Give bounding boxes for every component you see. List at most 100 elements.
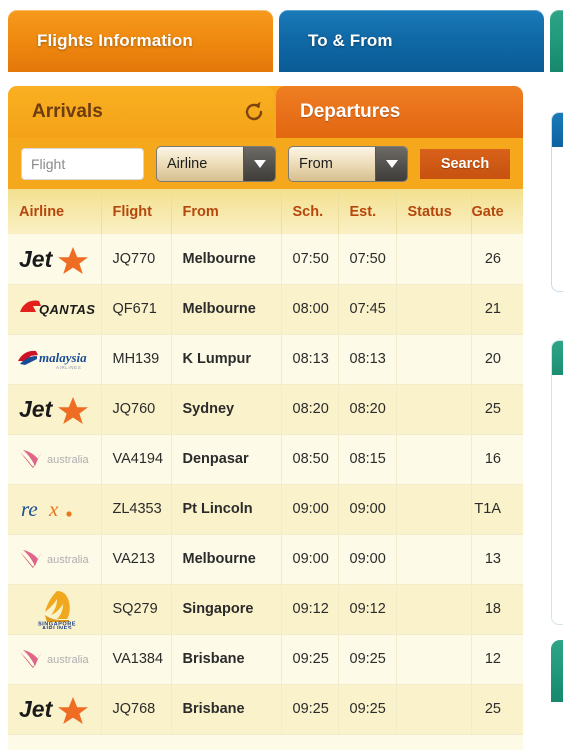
airline-logo-jetstar: Jet [8,234,102,285]
table-header-row: Airline Flight From Sch. Est. Status Gat… [8,189,523,234]
column-header-est: Est. [338,189,397,234]
side-panel-blue[interactable] [551,112,563,292]
cell-flight: QF671 [101,284,172,335]
cell-status [396,684,472,735]
cell-from: K Lumpur [171,334,282,385]
tab-to-and-from[interactable]: To & From [279,10,544,72]
svg-text:re: re [21,497,38,521]
cell-est: 08:15 [338,434,397,485]
cell-sch: 09:12 [281,584,339,635]
cell-from: Melbourne [171,534,282,585]
cell-est: 09:25 [338,684,397,735]
svg-text:AIRLINES: AIRLINES [56,365,81,370]
table-row[interactable]: Jet JQ760 Sydney 08:20 08:20 25 [8,384,523,435]
cell-est: 09:00 [338,534,397,585]
table-row[interactable]: australia VA4194 Denpasar 08:50 08:15 16 [8,434,523,485]
cell-status [396,634,472,685]
cell-gate: 21 [471,284,523,335]
arrivals-departures-tabs: Arrivals Departures [8,86,523,138]
cell-flight: SQ279 [101,584,172,635]
tab-to-and-from-label: To & From [308,31,393,50]
cell-status [396,384,472,435]
cell-gate: 13 [471,534,523,585]
cell-status [396,234,472,285]
svg-text:australia: australia [47,554,89,566]
svg-text:Jet: Jet [19,696,54,722]
from-select[interactable]: From [288,145,408,182]
search-button[interactable]: Search [420,148,510,179]
airline-logo-virgin: australia [8,634,102,685]
airline-logo-malaysia: malaysia AIRLINES [8,334,102,385]
column-header-airline: Airline [8,189,102,234]
table-row[interactable]: australia VA213 Melbourne 09:00 09:00 13 [8,534,523,585]
column-header-gate: Gate [471,189,523,234]
cell-status [396,534,472,585]
tab-departures-label: Departures [300,101,401,122]
cell-sch: 08:13 [281,334,339,385]
table-row[interactable]: malaysia AIRLINES MH139 K Lumpur 08:13 08:1… [8,334,523,385]
tab-flights-information-label: Flights Information [37,31,193,50]
cell-gate: 26 [471,234,523,285]
airline-logo-singapore: SINGAPORE AIRLINES [8,584,102,635]
svg-text:australia: australia [47,654,89,666]
flight-information-page: Flights Information To & From Arrivals D… [0,0,563,750]
cell-sch: 09:00 [281,534,339,585]
cell-gate: 20 [471,334,523,385]
cell-flight: VA4194 [101,434,172,485]
cell-sch: 09:25 [281,634,339,685]
refresh-icon[interactable] [242,100,266,124]
cell-status [396,284,472,335]
airline-logo-jetstar: Jet [8,684,102,735]
cell-from: Melbourne [171,284,282,335]
chevron-down-icon [243,146,275,181]
flights-table: Airline Flight From Sch. Est. Status Gat… [8,189,523,735]
airline-select-label: Airline [167,155,208,172]
jetstar-logo-icon: Jet [16,691,98,727]
malaysia-logo-icon: malaysia AIRLINES [16,341,98,377]
singapore-logo-icon: SINGAPORE AIRLINES [16,591,98,629]
airline-logo-jetstar: Jet [8,384,102,435]
cell-sch: 09:25 [281,684,339,735]
cell-est: 09:12 [338,584,397,635]
table-row[interactable]: QANTAS QF671 Melbourne 08:00 07:45 21 [8,284,523,335]
jetstar-logo-icon: Jet [16,241,98,277]
top-navigation: Flights Information To & From [0,10,563,72]
cell-est: 08:13 [338,334,397,385]
rex-logo-icon: re x [16,491,98,527]
cell-est: 09:25 [338,634,397,685]
table-row[interactable]: Jet JQ768 Brisbane 09:25 09:25 25 [8,684,523,735]
tab-third-partial[interactable] [550,10,563,72]
cell-sch: 08:00 [281,284,339,335]
table-row[interactable]: re x ZL4353 Pt Lincoln 09:00 09:00 T1A [8,484,523,535]
cell-from: Denpasar [171,434,282,485]
cell-flight: ZL4353 [101,484,172,535]
column-header-flight: Flight [101,189,172,234]
airline-logo-virgin: australia [8,434,102,485]
cell-flight: JQ768 [101,684,172,735]
cell-sch: 09:00 [281,484,339,535]
table-row[interactable]: SINGAPORE AIRLINES SQ279 Singapore 09:12 09… [8,584,523,635]
airline-select[interactable]: Airline [156,145,276,182]
cell-gate: T1A [471,484,523,535]
side-panel-blue-header [552,113,563,147]
flight-search-input[interactable] [21,147,144,180]
cell-gate: 25 [471,384,523,435]
cell-est: 07:50 [338,234,397,285]
cell-status [396,434,472,485]
cell-est: 07:45 [338,284,397,335]
cell-status [396,584,472,635]
cell-sch: 08:20 [281,384,339,435]
tab-arrivals[interactable]: Arrivals [8,86,274,138]
cell-status [396,484,472,535]
tab-flights-information[interactable]: Flights Information [8,10,273,72]
side-tab-green[interactable] [551,640,563,702]
side-panel-green[interactable] [551,340,563,625]
table-row[interactable]: australia VA1384 Brisbane 09:25 09:25 12 [8,634,523,685]
qantas-logo-icon: QANTAS [16,291,98,327]
tab-departures[interactable]: Departures [276,86,523,138]
cell-from: Brisbane [171,634,282,685]
svg-text:QANTAS: QANTAS [39,302,95,317]
from-select-label: From [299,155,333,172]
cell-est: 08:20 [338,384,397,435]
table-row[interactable]: Jet JQ770 Melbourne 07:50 07:50 26 [8,234,523,285]
